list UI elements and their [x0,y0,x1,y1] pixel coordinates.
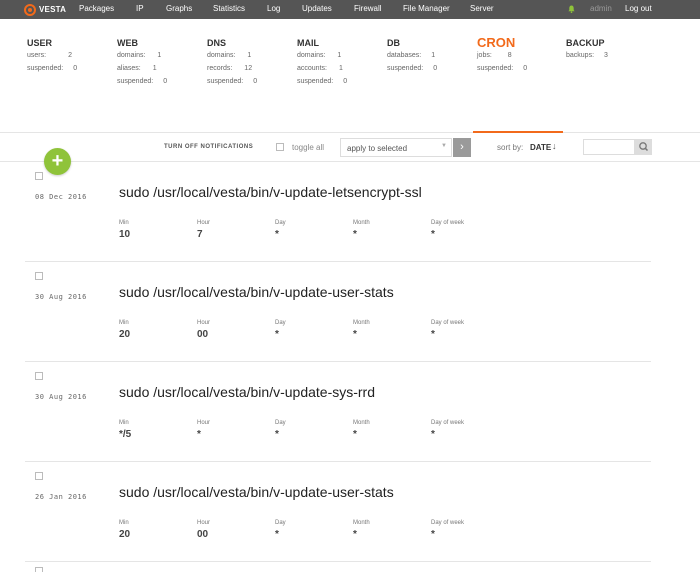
nav-item-file-manager[interactable]: File Manager [403,4,450,13]
job-field-hour: Hour 7 [197,220,211,240]
stat-row: backups: 3 [566,52,608,59]
stat-row: databases: 1 [387,52,436,59]
job-field-month: Month * [353,520,370,540]
job-field-min: Min 10 [119,220,131,240]
chevron-down-icon: ▼ [441,143,447,149]
job-field-day-of-week: Day of week * [431,420,465,440]
nav-item-firewall[interactable]: Firewall [354,4,382,13]
sort-label: sort by: [497,143,524,152]
job-field-month: Month * [353,220,370,240]
stat-row: suspended: 0 [297,78,348,85]
cron-job-row[interactable]: 26 Jan 2016 sudo /usr/local/vesta/bin/v-… [25,462,651,562]
stat-dns[interactable]: DNS domains: 1 records: 12 suspended: 0 [207,38,257,91]
stat-web[interactable]: WEB domains: 1 aliases: 1 suspended: 0 [117,38,167,91]
stat-db[interactable]: DB databases: 1 suspended: 0 [387,38,437,78]
job-field-month: Month * [353,420,370,440]
nav-item-statistics[interactable]: Statistics [213,4,245,13]
logo-text: VESTA [39,5,67,14]
stat-title: MAIL [297,38,319,48]
search-button[interactable] [635,139,652,155]
job-field-day-of-week: Day of week * [431,220,465,240]
stat-row: domains: 1 [207,52,252,59]
stat-backup[interactable]: BACKUP backups: 3 [566,38,608,65]
current-user-link[interactable]: admin [590,4,612,13]
row-divider [25,561,651,562]
job-field-min: Min */5 [119,420,132,440]
turn-off-notifications-link[interactable]: TURN OFF NOTIFICATIONS [164,144,253,150]
stat-row: suspended: 0 [27,65,78,72]
stat-title: USER [27,38,53,48]
nav-item-ip[interactable]: IP [136,4,144,13]
stat-user[interactable]: USER users: 2 suspended: 0 [27,38,77,78]
cron-job-row[interactable]: 30 Aug 2016 sudo /usr/local/vesta/bin/v-… [25,362,651,462]
job-date: 26 Jan 2016 [35,493,87,501]
sort-arrow-icon[interactable]: ↓ [552,141,557,151]
bell-icon[interactable] [568,5,575,13]
stat-row: jobs: 8 [477,52,512,59]
job-field-hour: Hour * [197,420,211,440]
row-checkbox[interactable] [35,372,43,380]
job-command[interactable]: sudo /usr/local/vesta/bin/v-update-user-… [119,484,394,500]
cron-job-row[interactable]: 30 Aug 2016 sudo /usr/local/vesta/bin/v-… [25,262,651,362]
toggle-all-label[interactable]: toggle all [292,143,324,152]
stat-title: WEB [117,38,138,48]
row-checkbox[interactable] [35,172,43,180]
search-input[interactable] [583,139,635,155]
job-field-day: Day * [275,520,286,540]
stat-title: DB [387,38,400,48]
sort-value[interactable]: DATE [530,143,551,152]
job-command[interactable]: sudo /usr/local/vesta/bin/v-update-user-… [119,284,394,300]
stat-row: records: 12 [207,65,253,72]
stat-row: domains: 1 [297,52,342,59]
job-field-min: Min 20 [119,520,131,540]
cron-job-row[interactable]: 08 Dec 2016 sudo /usr/local/vesta/bin/v-… [25,162,651,262]
bulk-action-select[interactable]: apply to selected ▼ [340,138,452,157]
nav-item-packages[interactable]: Packages [79,4,114,13]
nav-item-graphs[interactable]: Graphs [166,4,192,13]
active-tab-indicator [473,131,563,133]
job-command[interactable]: sudo /usr/local/vesta/bin/v-update-letse… [119,184,422,200]
stat-row: users: 2 [27,52,72,59]
stat-title: CRON [477,35,516,50]
top-navigation-bar: VESTA Packages IP Graphs Statistics Log … [0,0,700,19]
nav-item-server[interactable]: Server [470,4,494,13]
job-field-day: Day * [275,220,286,240]
stat-row: suspended: 0 [117,78,168,85]
stat-title: DNS [207,38,227,48]
stat-row: suspended: 0 [207,78,258,85]
job-field-day: Day * [275,420,286,440]
panel-divider [0,132,700,133]
nav-item-log[interactable]: Log [267,4,280,13]
row-checkbox[interactable] [35,472,43,480]
stat-row: suspended: 0 [387,65,438,72]
job-field-day-of-week: Day of week * [431,320,465,340]
stat-title: BACKUP [566,38,605,48]
logout-link[interactable]: Log out [625,4,652,13]
stat-row: domains: 1 [117,52,162,59]
job-field-hour: Hour 00 [197,520,211,540]
stat-cron[interactable]: CRON jobs: 8 suspended: 0 [477,35,528,78]
job-date: 08 Dec 2016 [35,193,87,201]
stat-mail[interactable]: MAIL domains: 1 accounts: 1 suspended: 0 [297,38,347,91]
row-checkbox[interactable] [35,567,43,572]
job-field-day: Day * [275,320,286,340]
job-command[interactable]: sudo /usr/local/vesta/bin/v-update-sys-r… [119,384,375,400]
job-field-month: Month * [353,320,370,340]
job-field-day-of-week: Day of week * [431,520,465,540]
nav-item-updates[interactable]: Updates [302,4,332,13]
search-icon [639,142,649,152]
bulk-action-selected: apply to selected [347,144,408,153]
job-date: 30 Aug 2016 [35,393,87,401]
job-field-min: Min 20 [119,320,131,340]
vesta-logo-icon [24,3,36,16]
vesta-logo[interactable]: VESTA [24,3,66,16]
row-checkbox[interactable] [35,272,43,280]
stat-row: accounts: 1 [297,65,343,72]
job-field-hour: Hour 00 [197,320,211,340]
toggle-all-checkbox[interactable] [276,143,284,151]
apply-button[interactable]: › [453,138,471,157]
stat-row: aliases: 1 [117,65,157,72]
stat-row: suspended: 0 [477,65,528,72]
job-date: 30 Aug 2016 [35,293,87,301]
